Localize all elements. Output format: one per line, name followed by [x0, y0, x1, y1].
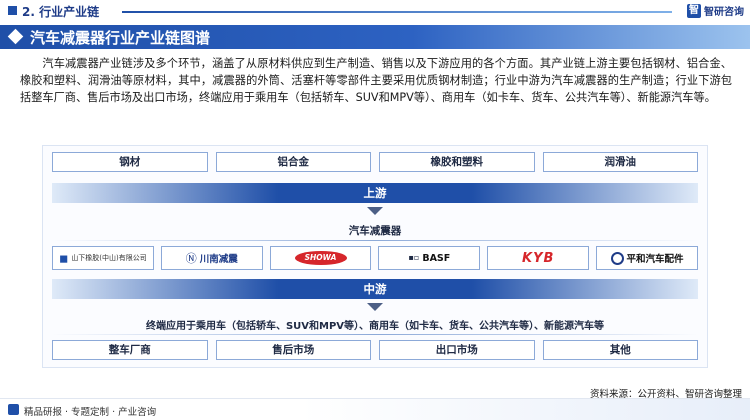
company-yamashita: ◼ 山下橡胶(中山)有限公司	[52, 246, 154, 270]
company-logo-row: ◼ 山下橡胶(中山)有限公司 Ⓝ 川南减震 SHOWA ▪▫ BASF KYB …	[52, 246, 698, 270]
diamond-icon	[7, 28, 24, 45]
chuannan-logo-icon: Ⓝ	[185, 251, 197, 265]
top-bar: 2. 行业产业链 智 智研咨询	[0, 0, 750, 22]
upstream-band: 上游	[52, 183, 698, 203]
downstream-item-oem: 整车厂商	[52, 340, 208, 360]
downstream-item-export: 出口市场	[379, 340, 535, 360]
source-note: 资料来源：公开资料、智研咨询整理	[589, 389, 742, 400]
upstream-item-steel: 钢材	[52, 152, 208, 172]
downstream-title: 终端应用于乘用车（包括轿车、SUV和MPV等）、商用车（如卡车、货车、公共汽车等…	[145, 321, 605, 332]
downstream-item-other: 其他	[542, 340, 698, 360]
arrow-down-icon	[367, 207, 383, 215]
company-basf: ▪▫ BASF	[378, 246, 481, 270]
upstream-row: 钢材 铝合金 橡胶和塑料 润滑油	[52, 152, 698, 172]
showa-logo-icon: SHOWA	[294, 251, 347, 265]
company-showa: SHOWA	[269, 246, 372, 270]
company-name: 平和汽车配件	[626, 254, 684, 265]
pinghe-logo-icon	[610, 251, 624, 265]
kyb-logo-icon: KYB	[522, 250, 555, 266]
brand-logo: 智 智研咨询	[687, 3, 744, 18]
zhiyan-logo-icon: 智	[687, 3, 701, 18]
company-name: BASF	[422, 252, 451, 264]
footer-logo-icon	[8, 404, 19, 415]
company-name: 山下橡胶(中山)有限公司	[71, 254, 147, 262]
page-title: 汽车减震器行业产业链图谱	[30, 29, 211, 47]
intro-paragraph: 汽车减震器产业链涉及多个环节，涵盖了从原材料供应到生产制造、销售以及下游应用的各…	[20, 57, 732, 105]
section-rule	[122, 11, 672, 13]
midstream-label: 中游	[363, 282, 387, 296]
midstream-band: 中游	[52, 279, 698, 299]
downstream-row: 整车厂商 售后市场 出口市场 其他	[52, 340, 698, 360]
midstream-title: 汽车减震器	[348, 225, 402, 237]
downstream-item-aftermarket: 售后市场	[215, 340, 371, 360]
downstream-divider	[52, 334, 698, 335]
midstream-divider	[52, 240, 698, 241]
upstream-item-lubricant: 润滑油	[542, 152, 698, 172]
footer: 精品研报 · 专题定制 · 产业咨询 资料来源：公开资料、智研咨询整理	[0, 389, 750, 420]
basf-logo-icon: ▪▫	[408, 253, 420, 262]
company-name: 川南减震	[199, 254, 238, 265]
upstream-item-aluminum: 铝合金	[215, 152, 371, 172]
company-kyb: KYB	[487, 246, 590, 270]
footer-slogan: 精品研报 · 专题定制 · 产业咨询	[24, 407, 157, 418]
upstream-item-rubber-plastic: 橡胶和塑料	[379, 152, 535, 172]
section-square-icon	[8, 6, 17, 15]
yamashita-logo-icon: ◼	[59, 251, 69, 265]
title-banner: 汽车减震器行业产业链图谱	[0, 25, 750, 49]
company-chuannan: Ⓝ 川南减震	[160, 246, 263, 270]
upstream-label: 上游	[363, 186, 387, 200]
brand-name: 智研咨询	[704, 7, 744, 18]
company-pinghe: 平和汽车配件	[596, 246, 698, 270]
section-title: 2. 行业产业链	[22, 5, 100, 19]
arrow-down-icon	[367, 303, 383, 311]
